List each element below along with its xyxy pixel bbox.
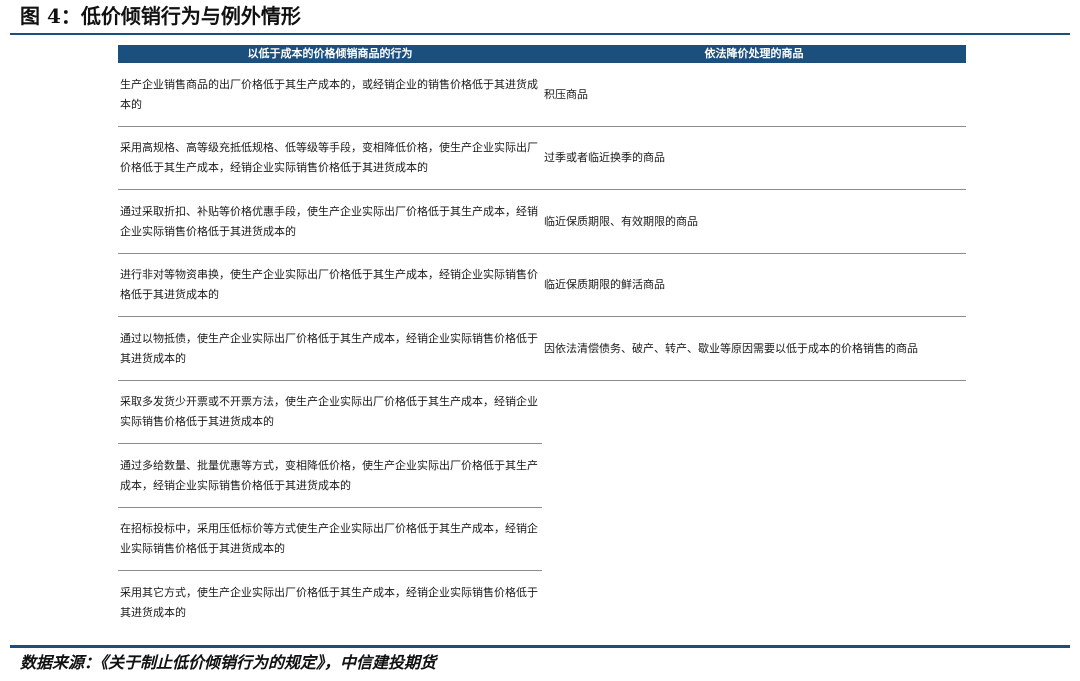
behavior-cell: 进行非对等物资串换，使生产企业实际出厂价格低于其生产成本，经销企业实际销售价格低… (120, 268, 538, 301)
exception-cell: 临近保质期限、有效期限的商品 (544, 214, 698, 228)
behavior-cell: 采用高规格、高等级充抵低规格、低等级等手段，变相降低价格，使生产企业实际出厂价格… (120, 141, 538, 174)
behavior-cell: 通过多给数量、批量优惠等方式，变相降低价格，使生产企业实际出厂价格低于其生产成本… (120, 458, 538, 492)
bottom-divider (10, 645, 1070, 648)
top-divider (10, 33, 1070, 35)
behavior-cell: 通过以物抵债，使生产企业实际出厂价格低于其生产成本，经销企业实际销售价格低于其进… (120, 331, 538, 365)
exception-cell: 因依法清偿债务、破产、转产、歇业等原因需要以低于成本的价格销售的商品 (544, 341, 918, 355)
header-right: 依法降价处理的商品 (704, 47, 804, 60)
source-note: 数据来源：《关于制止低价倾销行为的规定》，中信建投期货 (20, 653, 437, 672)
behavior-cell: 生产企业销售商品的出厂价格低于其生产成本的，或经销企业的销售价格低于其进货成本的 (120, 77, 538, 111)
exception-cell: 积压商品 (544, 87, 588, 101)
exception-cell: 临近保质期限的鲜活商品 (544, 278, 665, 291)
figure-title: 图 4：低价倾销行为与例外情形 (20, 4, 301, 28)
exception-cell: 过季或者临近换季的商品 (544, 151, 665, 164)
table-header: 以低于成本的价格倾销商品的行为 依法降价处理的商品 (118, 45, 966, 63)
header-left: 以低于成本的价格倾销商品的行为 (247, 47, 413, 60)
behavior-cell: 通过采取折扣、补贴等价格优惠手段，使生产企业实际出厂价格低于其生产成本，经销企业… (120, 204, 538, 238)
behavior-cell: 在招标投标中，采用压低标价等方式使生产企业实际出厂价格低于其生产成本，经销企业实… (120, 522, 538, 555)
behavior-cell: 采用其它方式，使生产企业实际出厂价格低于其生产成本，经销企业实际销售价格低于其进… (120, 585, 538, 619)
behavior-cell: 采取多发货少开票或不开票方法，使生产企业实际出厂价格低于其生产成本，经销企业实际… (120, 395, 538, 428)
